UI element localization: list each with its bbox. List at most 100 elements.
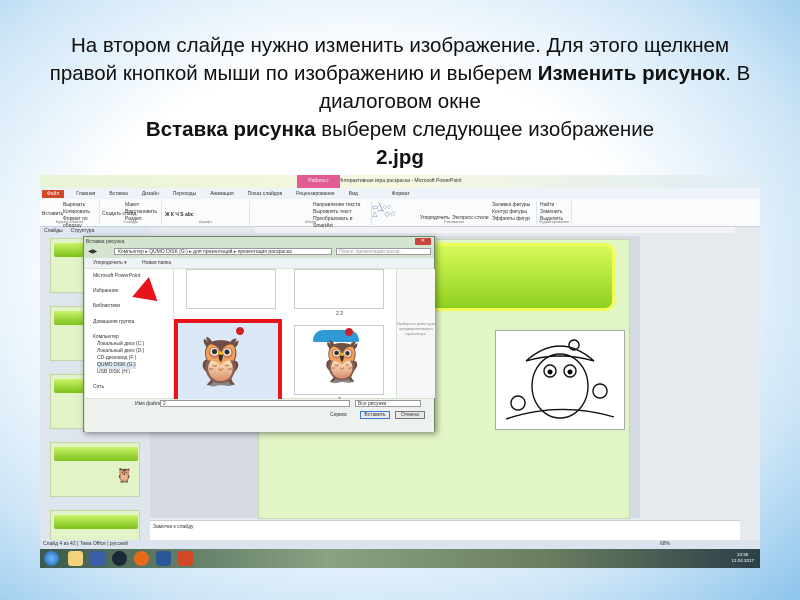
new-slide-button[interactable]: Создать слайд bbox=[102, 211, 136, 218]
paste-button[interactable]: Вставить bbox=[42, 211, 63, 218]
group-label: Слайды bbox=[123, 219, 138, 224]
theme-name: Тема Office bbox=[79, 541, 106, 547]
preview-pane: Выберите файл для предварительного просм… bbox=[397, 269, 435, 398]
ribbon-tabs: Файл Главная Вставка Дизайн Переходы Ани… bbox=[40, 188, 760, 199]
context-tab-header: Работа с рисунками bbox=[297, 175, 340, 197]
group-paragraph: Направление текста Выровнять текст Преоб… bbox=[250, 201, 372, 229]
tab-slideshow[interactable]: Показ слайдов bbox=[246, 191, 284, 197]
cancel-button[interactable]: Отмена bbox=[395, 411, 425, 419]
dialog-footer: Имя файла: 2 Все рисунки Сервис Вставить… bbox=[85, 399, 434, 432]
owl-image[interactable] bbox=[495, 330, 625, 430]
file-name: 2.2 bbox=[336, 311, 343, 317]
zoom-level[interactable]: 68% bbox=[660, 540, 670, 549]
notes-pane[interactable]: Заметки к слайду bbox=[150, 520, 740, 540]
cut-button[interactable]: Вырезать bbox=[63, 202, 96, 209]
file-list: 2.2 🦉 🦉 3 bbox=[174, 269, 396, 405]
copy-button[interactable]: Копировать bbox=[63, 209, 96, 216]
filetype-select[interactable]: Все рисунки bbox=[355, 400, 421, 407]
nav-item[interactable]: Домашняя группа bbox=[93, 319, 134, 326]
ruler bbox=[255, 227, 735, 233]
tab-outline[interactable]: Структура bbox=[71, 227, 95, 236]
filename-label: Имя файла: bbox=[135, 401, 163, 407]
tab-transitions[interactable]: Переходы bbox=[171, 191, 198, 197]
group-clipboard: Вырезать Копировать Формат по образцу Вс… bbox=[40, 201, 100, 229]
clock: 22:55 12.04.2017 bbox=[731, 552, 754, 564]
tab-review[interactable]: Рецензирование bbox=[294, 191, 337, 197]
filename-input[interactable]: 2 bbox=[160, 400, 350, 407]
dialog-close-button[interactable]: ✕ bbox=[415, 238, 431, 245]
firefox-icon[interactable] bbox=[134, 551, 149, 566]
save-disk-icon[interactable] bbox=[90, 551, 105, 566]
layout-button[interactable]: Макет bbox=[125, 202, 158, 209]
ribbon: Вырезать Копировать Формат по образцу Вс… bbox=[40, 199, 760, 229]
powerpoint-icon[interactable] bbox=[178, 551, 193, 566]
group-font: Ж К Ч S abc Шрифт bbox=[162, 201, 250, 225]
steam-icon[interactable] bbox=[112, 551, 127, 566]
tab-animations[interactable]: Анимация bbox=[208, 191, 235, 197]
window-title: Интерактивная игра раскраска - Microsoft… bbox=[40, 175, 760, 188]
slide-counter: Слайд 4 из 42 bbox=[43, 541, 76, 547]
language[interactable]: русский bbox=[110, 541, 128, 547]
tab-home[interactable]: Главная bbox=[74, 191, 97, 197]
nav-item[interactable]: Сеть bbox=[93, 384, 104, 391]
instruction-bold-command: Изменить рисунок bbox=[537, 62, 726, 85]
nav-item-selected[interactable]: QUMO DISK (G:) bbox=[97, 362, 136, 369]
taskbar: 22:55 12.04.2017 bbox=[40, 549, 760, 568]
instruction-bold-dialog: Вставка рисунка bbox=[145, 118, 316, 141]
slide-thumbnail[interactable]: 🦉 bbox=[50, 442, 140, 497]
nav-item[interactable]: Локальный диск (D:) bbox=[97, 348, 144, 355]
insert-button[interactable]: Вставить bbox=[360, 411, 390, 419]
tab-view[interactable]: Вид bbox=[347, 191, 360, 197]
back-forward-icon[interactable]: ◀▶ bbox=[88, 248, 97, 255]
search-input[interactable]: Поиск: презентация раскр... bbox=[336, 248, 431, 255]
tab-insert[interactable]: Вставка bbox=[107, 191, 130, 197]
new-folder-button[interactable]: Новая папка bbox=[142, 260, 171, 266]
word-icon[interactable] bbox=[156, 551, 171, 566]
file-thumbnail[interactable]: 🦉 bbox=[294, 325, 384, 395]
tools-menu[interactable]: Сервис bbox=[330, 412, 347, 418]
shapes-gallery[interactable]: ▭╲○○ △⌒◇☆ bbox=[372, 204, 396, 218]
dialog-title: Вставка рисунка bbox=[86, 239, 125, 245]
find-button[interactable]: Найти bbox=[540, 202, 568, 209]
shape-outline-button[interactable]: Контур фигуры bbox=[492, 209, 527, 216]
start-button-icon[interactable] bbox=[44, 551, 59, 566]
tab-design[interactable]: Дизайн bbox=[140, 191, 161, 197]
explorer-icon[interactable] bbox=[68, 551, 83, 566]
pane-tabs: Слайды Структура bbox=[40, 227, 150, 236]
file-thumbnail[interactable] bbox=[186, 269, 276, 309]
instruction-bold-file: 2.jpg bbox=[376, 146, 424, 169]
group-label: Абзац bbox=[304, 219, 317, 224]
group-label: Редактирование bbox=[538, 219, 570, 224]
nav-item[interactable]: Библиотеки bbox=[93, 303, 120, 310]
nav-item[interactable]: Microsoft PowerPoint bbox=[93, 273, 140, 280]
tab-slides[interactable]: Слайды bbox=[44, 227, 63, 236]
group-label: Рисование bbox=[443, 219, 465, 224]
address-bar[interactable]: Компьютер ▸ QUMO DISK (G:) ▸ для презент… bbox=[114, 248, 332, 255]
nav-item[interactable]: CD-дисковод (F:) bbox=[97, 355, 136, 362]
shape-fill-button[interactable]: Заливка фигуры bbox=[492, 202, 530, 209]
file-thumbnail[interactable] bbox=[294, 269, 384, 309]
group-slides: Макет Восстановить Раздел Создать слайд … bbox=[100, 201, 162, 225]
replace-button[interactable]: Заменить bbox=[540, 209, 568, 216]
organize-button[interactable]: Упорядочить ▾ bbox=[93, 260, 127, 266]
text-direction-button[interactable]: Направление текста bbox=[313, 202, 368, 209]
group-label: Шрифт bbox=[198, 219, 213, 224]
group-drawing: ▭╲○○ △⌒◇☆ Упорядочить Экспресс-стили Зали… bbox=[372, 201, 537, 225]
clock-date: 12.04.2017 bbox=[731, 558, 754, 563]
nav-item[interactable]: USB DISK (H:) bbox=[97, 369, 130, 376]
tab-file[interactable]: Файл bbox=[42, 189, 65, 198]
nav-item[interactable]: Компьютер bbox=[93, 334, 119, 341]
file-thumbnail-selected[interactable]: 🦉 bbox=[174, 319, 282, 405]
instruction-text: На втором слайде нужно изменить изображе… bbox=[40, 32, 760, 172]
insert-picture-dialog: Вставка рисунка ✕ ◀▶ Компьютер ▸ QUMO DI… bbox=[83, 236, 435, 432]
instruction-part: выберем следующее изображение bbox=[315, 118, 655, 141]
tab-format[interactable]: Формат bbox=[390, 191, 412, 197]
align-text-button[interactable]: Выровнять текст bbox=[313, 209, 368, 216]
powerpoint-screenshot: Интерактивная игра раскраска - Microsoft… bbox=[40, 175, 760, 568]
command-bar: Упорядочить ▾ Новая папка bbox=[85, 258, 434, 268]
nav-item[interactable]: Локальный диск (C:) bbox=[97, 341, 144, 348]
group-editing: Найти Заменить Выделить Редактирование bbox=[537, 201, 572, 225]
group-label: Буфер обмена bbox=[55, 219, 84, 224]
nav-item[interactable]: Избранное bbox=[93, 288, 118, 295]
status-bar: Слайд 4 из 42 | Тема Office | русский 68… bbox=[40, 540, 760, 549]
